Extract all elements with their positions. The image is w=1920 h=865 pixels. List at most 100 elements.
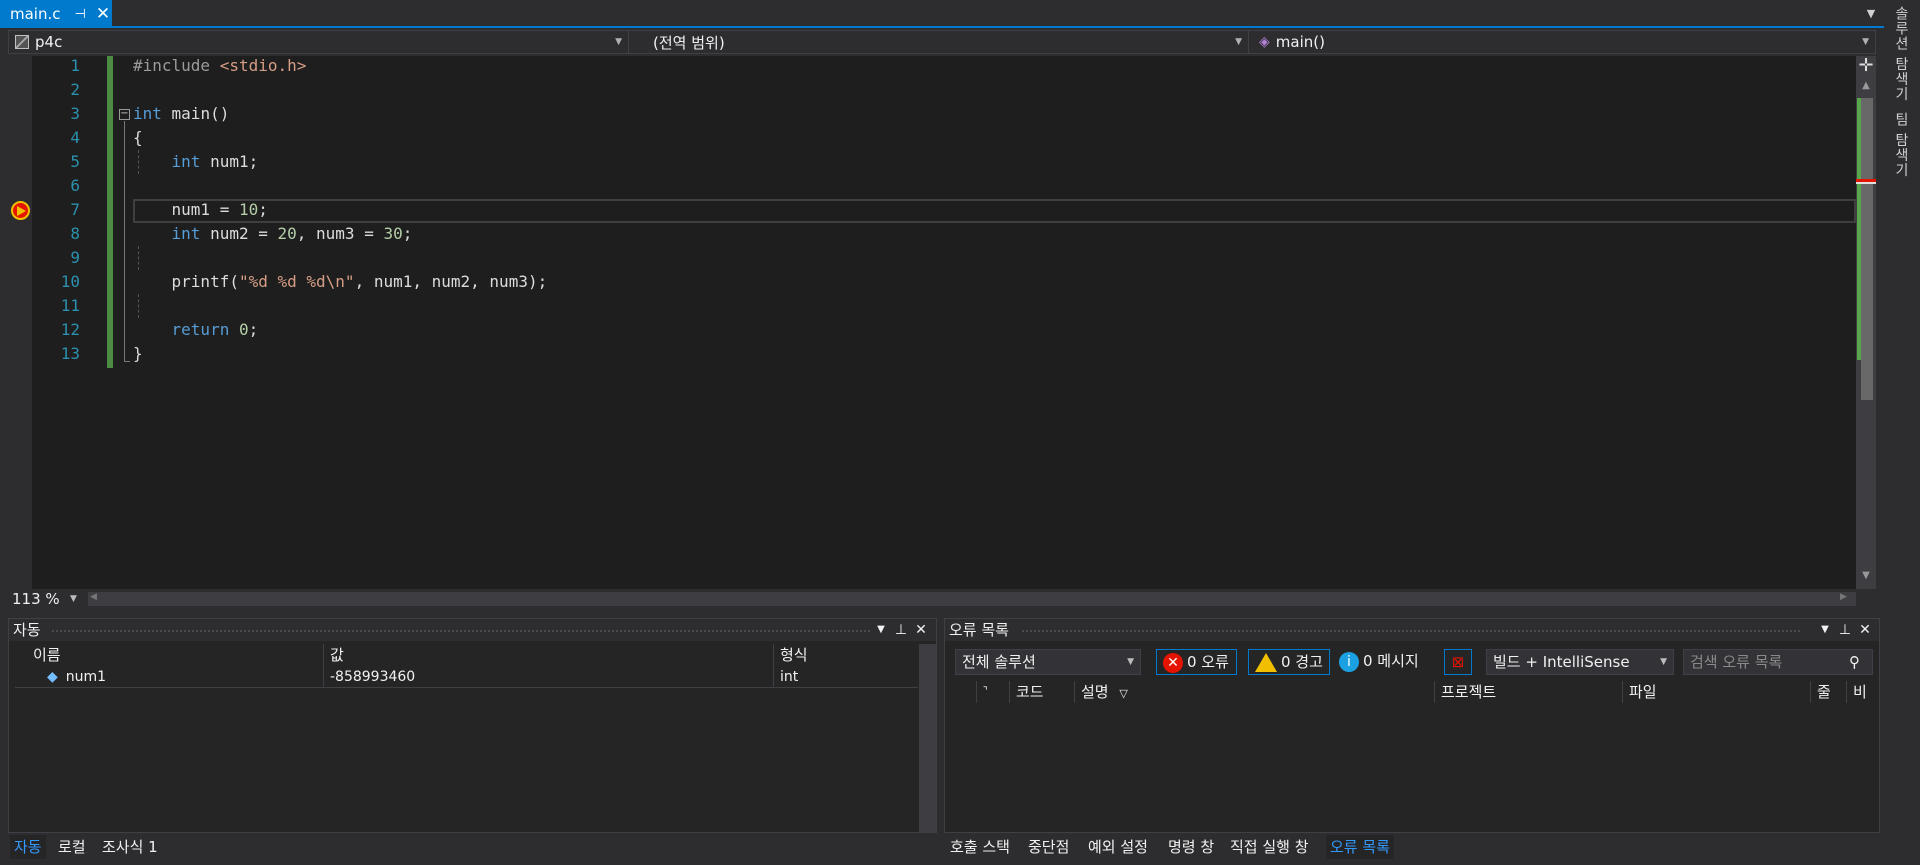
editor-horizontal-scrollbar[interactable]	[88, 592, 1856, 606]
pin-icon[interactable]: ⊥	[1837, 621, 1853, 639]
scope-dropdown[interactable]: (전역 범위) ▼	[629, 31, 1249, 53]
column-header-file[interactable]: 파일	[1623, 681, 1811, 703]
column-header-notes[interactable]: 비고	[1847, 681, 1879, 703]
errors-filter-button[interactable]: ✕ 0 오류	[1156, 649, 1237, 675]
variable-name: num1	[65, 669, 107, 685]
column-header-name[interactable]: 이름	[15, 644, 324, 666]
tab-watch-1[interactable]: 조사식 1	[98, 835, 162, 859]
document-tab-strip	[0, 0, 1884, 28]
build-source-value: 빌드 + IntelliSense	[1493, 653, 1630, 671]
scope-combo[interactable]: 전체 솔루션 ▼	[955, 649, 1141, 675]
search-icon[interactable]: ⚲	[1849, 650, 1860, 674]
table-row[interactable]: ◆ num1	[15, 666, 324, 688]
project-dropdown[interactable]: p4c ▼	[9, 31, 629, 53]
autos-title-bar[interactable]: 자동 ▼ ⊥ ✕	[9, 619, 936, 641]
column-header-line[interactable]: 줄	[1811, 681, 1847, 703]
warnings-filter-button[interactable]: 0 경고	[1248, 649, 1330, 675]
code-line-3[interactable]: int main()	[133, 102, 229, 126]
build-source-combo[interactable]: 빌드 + IntelliSense ▼	[1486, 649, 1674, 675]
code-line-4[interactable]: {	[133, 126, 143, 150]
code-line-10[interactable]: printf("%d %d %d\n", num1, num2, num3);	[133, 270, 548, 294]
team-explorer-tab[interactable]: 팀 탐색기	[1891, 112, 1911, 177]
column-header-suppression[interactable]: ⌝	[977, 681, 1010, 703]
tab-command-window[interactable]: 명령 창	[1164, 835, 1218, 859]
messages-filter-button[interactable]: i0 메시지	[1339, 649, 1433, 675]
column-header-value[interactable]: 값	[324, 644, 774, 666]
line-number: 4	[70, 128, 80, 147]
code-line-8[interactable]: int num2 = 20, num3 = 30;	[133, 222, 413, 246]
change-tracking-bar	[107, 56, 113, 368]
project-label: p4c	[35, 33, 63, 51]
code-line-13[interactable]: }	[133, 342, 143, 366]
line-number: 7	[70, 200, 80, 219]
line-number: 12	[60, 320, 80, 339]
scrollbar-caret-marker	[1856, 182, 1876, 184]
info-icon: i	[1339, 651, 1359, 672]
autos-window: 자동 ▼ ⊥ ✕ 이름 값 형식 ◆ num1 -858993460 int	[8, 618, 937, 833]
tab-locals[interactable]: 로컬	[54, 835, 90, 859]
tab-overflow-dropdown-icon[interactable]: ▼	[1862, 4, 1880, 24]
column-header-code[interactable]: 코드	[1010, 681, 1075, 703]
autos-vertical-scrollbar[interactable]	[919, 644, 936, 832]
chevron-down-icon: ▼	[1127, 657, 1134, 667]
breakpoint-current-statement-icon[interactable]	[11, 201, 30, 220]
solution-explorer-tab[interactable]: 솔루션 탐색기	[1891, 6, 1911, 101]
chevron-down-icon[interactable]: ▼	[70, 589, 82, 609]
code-line-1[interactable]: #include <stdio.h>	[133, 54, 306, 78]
search-placeholder: 검색 오류 목록	[1690, 653, 1783, 671]
code-line-12[interactable]: return 0;	[133, 318, 259, 342]
scroll-right-icon[interactable]: ▶	[1840, 592, 1852, 606]
scroll-down-icon[interactable]: ▼	[1856, 570, 1876, 586]
tab-main-c[interactable]: main.c ⊣ ✕	[0, 0, 112, 28]
member-dropdown[interactable]: ◈ main() ▼	[1249, 31, 1875, 53]
code-line-7[interactable]: num1 = 10;	[133, 198, 268, 222]
window-position-dropdown-icon[interactable]: ▼	[1817, 621, 1833, 639]
line-number: 13	[60, 344, 80, 363]
tab-autos[interactable]: 자동	[10, 835, 46, 859]
column-header-project[interactable]: 프로젝트	[1435, 681, 1623, 703]
scrollbar-thumb[interactable]	[1861, 98, 1873, 400]
chevron-down-icon: ▼	[1660, 657, 1667, 667]
messages-count: 0 메시지	[1363, 652, 1419, 670]
line-number: 6	[70, 176, 80, 195]
errors-count: 0 오류	[1187, 653, 1229, 671]
tab-call-stack[interactable]: 호출 스택	[946, 835, 1014, 859]
scroll-up-icon[interactable]: ▲	[1856, 80, 1876, 96]
column-header-category[interactable]	[945, 681, 977, 703]
split-window-icon[interactable]: ✛	[1856, 56, 1876, 76]
member-label: main()	[1275, 33, 1325, 51]
error-list-title-bar[interactable]: 오류 목록 ▼ ⊥ ✕	[945, 619, 1879, 641]
window-position-dropdown-icon[interactable]: ▼	[873, 621, 889, 639]
warnings-count: 0 경고	[1281, 653, 1323, 671]
description-label: 설명	[1081, 683, 1109, 701]
tab-breakpoints[interactable]: 중단점	[1024, 835, 1073, 859]
column-header-type[interactable]: 형식	[774, 644, 918, 666]
close-icon[interactable]: ✕	[1857, 621, 1873, 639]
tab-label: main.c	[10, 5, 61, 23]
chevron-down-icon: ▼	[1235, 37, 1242, 47]
variable-value[interactable]: -858993460	[324, 666, 774, 688]
filter-clear-icon[interactable]: ⊠	[1444, 649, 1472, 675]
sort-descending-icon: ▽	[1119, 687, 1128, 700]
scroll-left-icon[interactable]: ◀	[90, 592, 102, 606]
code-editor[interactable]	[8, 56, 1856, 589]
column-header-description[interactable]: 설명 ▽	[1075, 681, 1435, 703]
line-number: 5	[70, 152, 80, 171]
search-input[interactable]: 검색 오류 목록 ⚲	[1683, 649, 1873, 675]
scrollbar-change-marker	[1857, 98, 1861, 360]
pin-icon[interactable]: ⊥	[893, 621, 909, 639]
tab-error-list[interactable]: 오류 목록	[1326, 835, 1394, 859]
scope-combo-value: 전체 솔루션	[962, 653, 1036, 671]
indicator-margin[interactable]	[8, 56, 32, 589]
line-number: 1	[70, 56, 80, 75]
tab-exception-settings[interactable]: 예외 설정	[1084, 835, 1152, 859]
pin-icon[interactable]: ⊣	[75, 7, 86, 22]
close-icon[interactable]: ✕	[913, 621, 929, 639]
tab-immediate-window[interactable]: 직접 실행 창	[1226, 835, 1313, 859]
indent-guide	[138, 294, 139, 318]
close-icon[interactable]: ✕	[96, 4, 110, 24]
code-line-5[interactable]: int num1;	[133, 150, 259, 174]
collapse-outline-icon[interactable]: −	[119, 109, 130, 120]
line-number: 2	[70, 80, 80, 99]
error-list-window: 오류 목록 ▼ ⊥ ✕ 전체 솔루션 ▼ ✕ 0 오류 0 경고 i0 메시지 ⊠…	[944, 618, 1880, 833]
